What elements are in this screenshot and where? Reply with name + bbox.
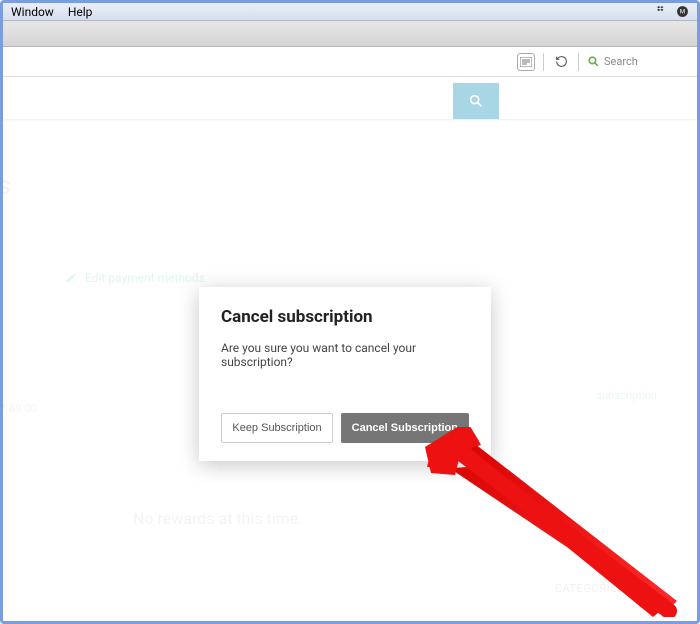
app-search-button[interactable] (453, 83, 499, 119)
toolbar-separator (543, 53, 544, 71)
os-menubar: Window Help M (3, 3, 697, 21)
browser-toolbar: Search (3, 47, 697, 77)
browser-search-placeholder: Search (604, 55, 638, 68)
dialog-title: Cancel subscription (221, 307, 469, 327)
profile-icon[interactable]: M (676, 5, 689, 18)
app-search-bar (3, 83, 697, 119)
cancel-subscription-button[interactable]: Cancel Subscription (341, 413, 469, 443)
toolbar-separator (578, 53, 579, 71)
search-engine-icon (587, 55, 600, 68)
browser-search-box[interactable]: Search (587, 55, 687, 68)
os-menu-window[interactable]: Window (11, 5, 54, 19)
app-search-input[interactable] (13, 83, 253, 119)
dropbox-icon[interactable] (657, 5, 670, 18)
svg-text:M: M (680, 9, 685, 16)
search-icon (468, 93, 484, 109)
reader-view-icon[interactable] (517, 53, 535, 71)
dialog-body: Are you sure you want to cancel your sub… (221, 341, 469, 369)
cancel-subscription-dialog: Cancel subscription Are you sure you wan… (199, 287, 491, 461)
reload-icon[interactable] (552, 53, 570, 71)
browser-titlebar (3, 21, 697, 47)
os-menu-help[interactable]: Help (68, 5, 93, 19)
keep-subscription-button[interactable]: Keep Subscription (221, 413, 332, 443)
